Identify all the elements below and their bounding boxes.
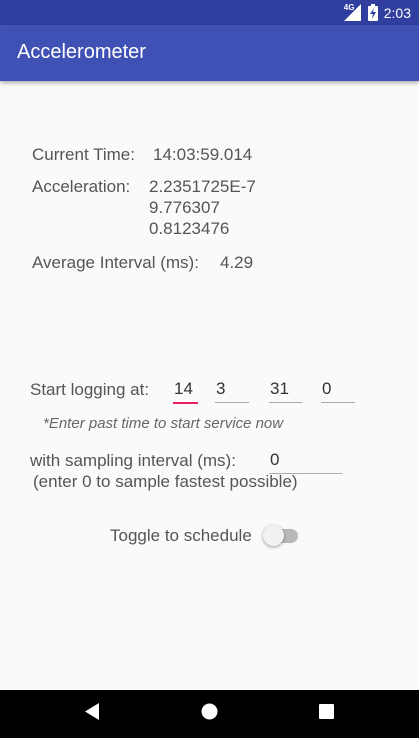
average-interval-label: Average Interval (ms): <box>32 253 199 272</box>
network-type-label: 4G <box>343 3 355 12</box>
current-time-label: Current Time: <box>32 145 135 164</box>
status-bar: 4G 2:03 <box>0 0 419 25</box>
acceleration-z-value: 0.8123476 <box>149 219 230 238</box>
app-bar: Accelerometer <box>0 25 419 81</box>
back-icon <box>84 703 100 725</box>
status-time: 2:03 <box>383 4 411 21</box>
home-icon <box>201 703 218 725</box>
acceleration-x-value: 2.2351725E-7 <box>149 177 256 196</box>
toggle-thumb[interactable] <box>263 525 284 546</box>
app-title: Accelerometer <box>17 41 146 63</box>
navigation-bar <box>0 690 419 738</box>
average-interval-value: 4.29 <box>220 253 254 272</box>
past-time-hint: *Enter past time to start service now <box>43 415 284 432</box>
status-icons: 4G 2:03 <box>343 3 411 22</box>
start-second-field[interactable] <box>269 376 302 403</box>
sampling-interval-field[interactable] <box>269 447 342 474</box>
acceleration-label: Acceleration: <box>32 177 131 196</box>
home-button[interactable] <box>179 690 239 738</box>
recents-button[interactable] <box>296 690 356 738</box>
start-logging-label: Start logging at: <box>30 380 150 399</box>
toggle-schedule-label: Toggle to schedule <box>110 526 252 545</box>
start-millisecond-field[interactable] <box>321 376 355 403</box>
sampling-interval-hint: (enter 0 to sample fastest possible) <box>33 472 298 491</box>
signal-icon: 4G <box>343 3 362 21</box>
start-minute-field[interactable] <box>215 376 249 403</box>
acceleration-y-value: 9.776307 <box>149 198 220 217</box>
current-time-value: 14:03:59.014 <box>153 145 253 164</box>
back-button[interactable] <box>62 690 122 738</box>
start-hour-field[interactable] <box>173 376 198 404</box>
sampling-interval-label: with sampling interval (ms): <box>30 451 236 470</box>
recents-icon <box>318 704 334 724</box>
battery-icon <box>367 4 378 21</box>
